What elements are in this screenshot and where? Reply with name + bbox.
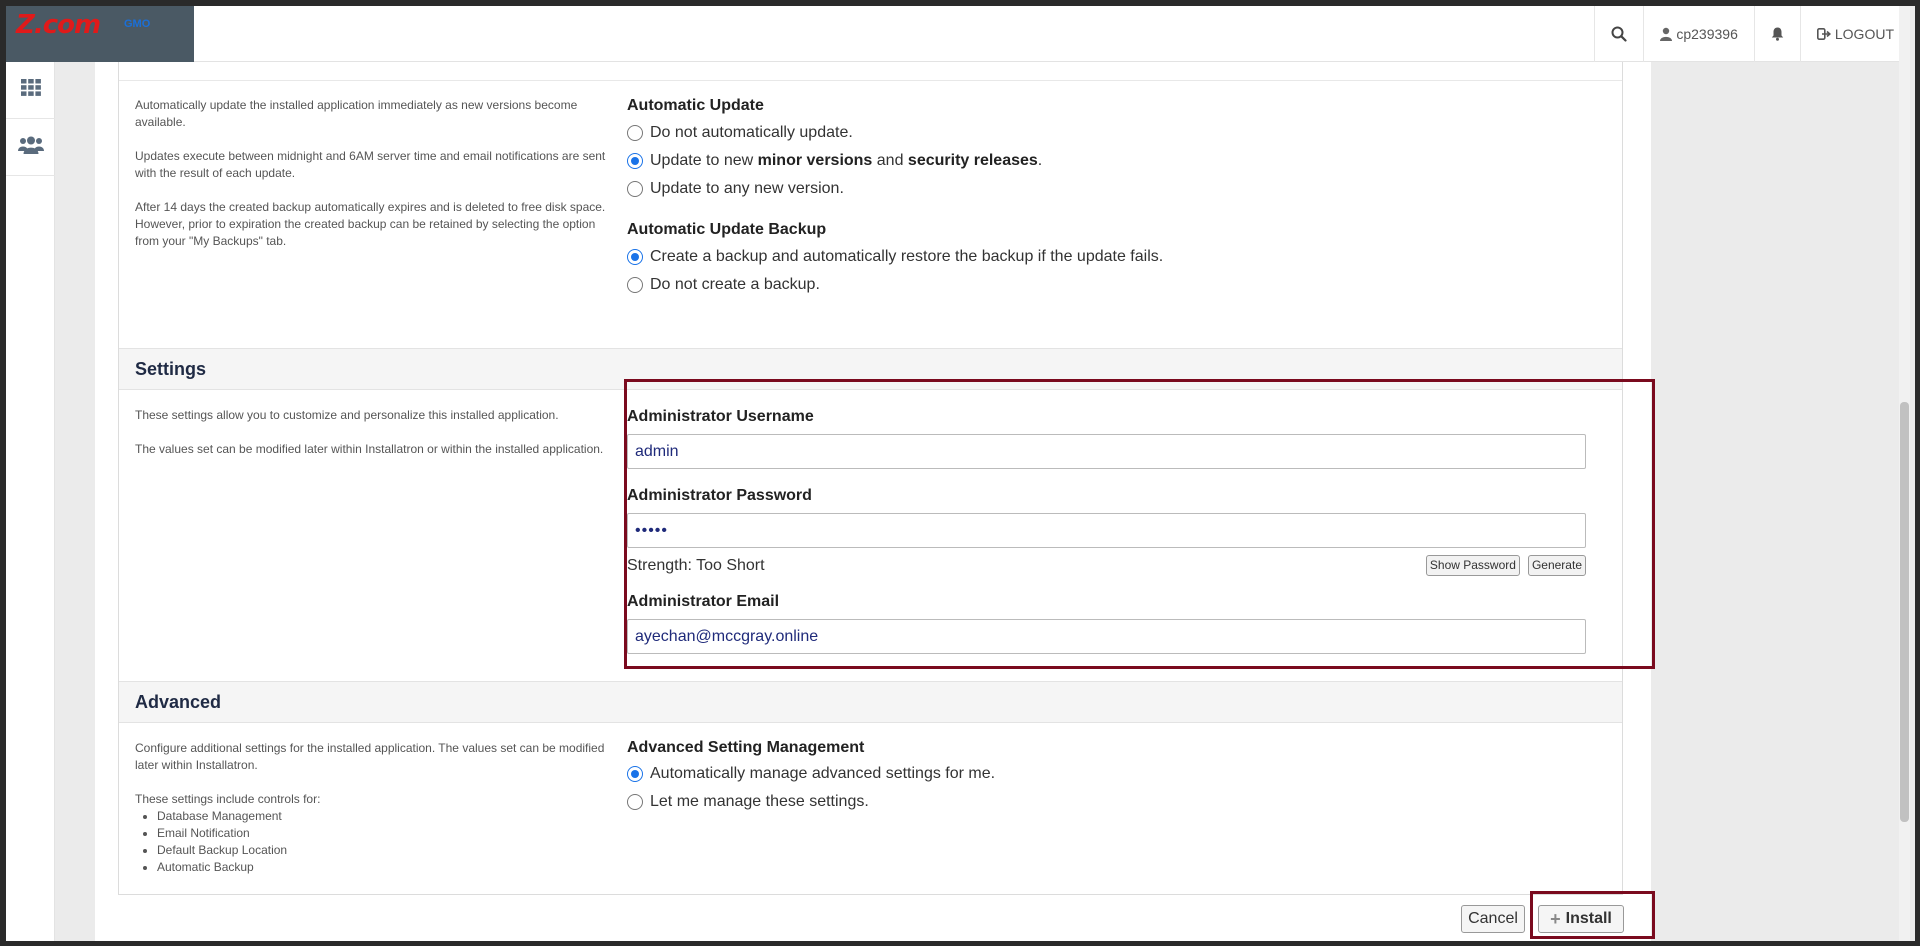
radio-label: Update to any new version. (650, 180, 844, 197)
browser-viewport: Z.com GMO cp239396 LOGOUT Automatically … (6, 6, 1915, 941)
radio-label: Do not automatically update. (650, 124, 853, 141)
radio-circle[interactable] (627, 125, 643, 141)
radio-label: Create a backup and automatically restor… (650, 248, 1164, 265)
radio-circle[interactable] (627, 794, 643, 810)
radio-no-update[interactable]: Do not automatically update. (627, 119, 1606, 147)
install-button[interactable]: + Install (1538, 905, 1624, 933)
settings-section-title: Settings (119, 348, 1622, 390)
admin-username-label: Administrator Username (627, 408, 814, 425)
search-icon (1611, 26, 1627, 42)
radio-label: Update to new minor versions and securit… (650, 152, 1042, 170)
list-item: Automatic Backup (157, 859, 615, 876)
automatic-update-row: Automatically update the installed appli… (119, 80, 1622, 348)
advanced-mgmt-label: Advanced Setting Management (627, 739, 865, 756)
brand-logo[interactable]: Z.com GMO (6, 6, 194, 62)
radio-circle-selected[interactable] (627, 153, 643, 169)
logo-subtext: GMO (124, 18, 151, 30)
logout-icon (1816, 28, 1831, 40)
update-desc-3: After 14 days the created backup automat… (135, 200, 606, 248)
show-password-button[interactable]: Show Password (1425, 555, 1520, 576)
bell-icon (1771, 27, 1784, 41)
top-bar: Z.com GMO cp239396 LOGOUT (6, 6, 1910, 62)
advanced-section-title: Advanced (119, 681, 1622, 723)
users-icon (17, 136, 44, 159)
rail-item-users[interactable] (6, 119, 55, 176)
admin-password-label: Administrator Password (627, 487, 812, 504)
radio-circle[interactable] (627, 277, 643, 293)
user-icon (1660, 27, 1673, 41)
radio-circle-selected[interactable] (627, 766, 643, 782)
password-strength-text: Strength: Too Short (627, 556, 765, 574)
radio-text-bold: minor versions (757, 152, 873, 169)
top-right-actions: cp239396 LOGOUT (1594, 6, 1910, 62)
advanced-row: Configure additional settings for the in… (119, 723, 1622, 894)
admin-email-label: Administrator Email (627, 593, 780, 610)
radio-label: Do not create a backup. (650, 276, 820, 293)
radio-minor-security[interactable]: Update to new minor versions and securit… (627, 147, 1606, 175)
radio-circle[interactable] (627, 181, 643, 197)
settings-description: These settings allow you to customize an… (119, 390, 627, 681)
cancel-button[interactable]: Cancel (1461, 905, 1525, 933)
rail-item-apps[interactable] (6, 62, 55, 119)
radio-text-bold: security releases (907, 152, 1038, 169)
admin-password-input[interactable]: ••••• (627, 513, 1586, 548)
radio-circle-selected[interactable] (627, 249, 643, 265)
radio-backup-none[interactable]: Do not create a backup. (627, 271, 1606, 299)
search-button[interactable] (1594, 6, 1643, 62)
advanced-desc: Configure additional settings for the in… (135, 741, 605, 772)
logo-text: Z.com (16, 10, 101, 40)
radio-label: Let me manage these settings. (650, 793, 869, 810)
radio-manual-manage[interactable]: Let me manage these settings. (627, 788, 1606, 816)
scrollbar-thumb[interactable] (1900, 402, 1909, 822)
list-item: Database Management (157, 808, 615, 825)
left-rail (6, 62, 55, 941)
advanced-form: Advanced Setting Management Automaticall… (627, 723, 1622, 894)
advanced-controls-intro: These settings include controls for: (135, 792, 321, 806)
auto-update-label: Automatic Update (627, 97, 764, 114)
plus-icon: + (1550, 909, 1561, 929)
update-description: Automatically update the installed appli… (119, 81, 627, 348)
list-item: Default Backup Location (157, 842, 615, 859)
radio-text: . (1037, 152, 1043, 169)
grid-icon (20, 79, 41, 101)
settings-form: Administrator Username admin Administrat… (627, 390, 1622, 681)
auto-update-backup-label: Automatic Update Backup (627, 221, 827, 238)
radio-auto-manage[interactable]: Automatically manage advanced settings f… (627, 760, 1606, 788)
radio-backup-create[interactable]: Create a backup and automatically restor… (627, 243, 1606, 271)
cancel-label: Cancel (1468, 910, 1518, 927)
settings-desc-2: The values set can be modified later wit… (135, 442, 604, 456)
main-content: Automatically update the installed appli… (95, 62, 1655, 941)
logout-link[interactable]: LOGOUT (1799, 6, 1910, 62)
advanced-description: Configure additional settings for the in… (119, 723, 627, 894)
settings-row: These settings allow you to customize an… (119, 390, 1622, 681)
settings-desc-1: These settings allow you to customize an… (135, 408, 559, 422)
password-actions: Show Password Generate (1425, 555, 1586, 576)
generate-password-button[interactable]: Generate (1527, 555, 1586, 576)
username-label: cp239396 (1676, 26, 1738, 42)
logout-label: LOGOUT (1834, 26, 1894, 42)
admin-username-input[interactable]: admin (627, 434, 1586, 469)
advanced-controls-list: Database Management Email Notification D… (157, 808, 615, 876)
vertical-scrollbar[interactable] (1899, 6, 1910, 941)
password-strength-row: Strength: Too Short Show Password Genera… (627, 555, 1586, 576)
notifications-button[interactable] (1753, 6, 1800, 62)
update-form: Automatic Update Do not automatically up… (627, 81, 1622, 348)
radio-text: and (872, 152, 908, 169)
install-label: Install (1565, 910, 1612, 927)
radio-any-version[interactable]: Update to any new version. (627, 175, 1606, 203)
install-form-card: Automatically update the installed appli… (118, 62, 1623, 895)
radio-text: Update to new (650, 152, 758, 169)
admin-email-input[interactable]: ayechan@mccgray.online (627, 619, 1586, 654)
list-item: Email Notification (157, 825, 615, 842)
update-desc-2: Updates execute between midnight and 6AM… (135, 149, 606, 180)
user-menu[interactable]: cp239396 (1643, 6, 1754, 62)
update-desc-1: Automatically update the installed appli… (135, 98, 578, 129)
radio-label: Automatically manage advanced settings f… (650, 765, 996, 782)
